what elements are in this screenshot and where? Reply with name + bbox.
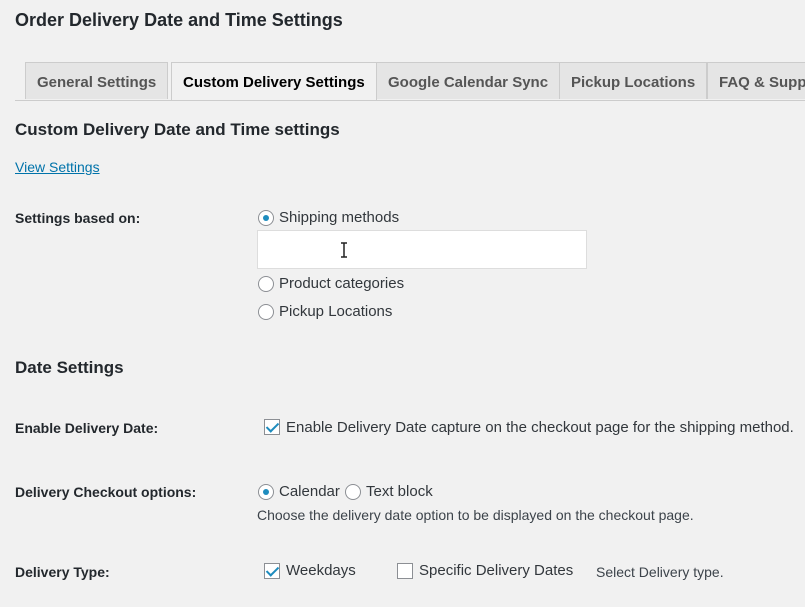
tab-google-calendar-sync[interactable]: Google Calendar Sync [376,62,561,99]
settings-based-on-label: Settings based on: [15,210,141,226]
delivery-checkout-options-label: Delivery Checkout options: [15,484,197,500]
shipping-methods-select[interactable] [257,230,587,269]
tab-pickup-locations[interactable]: Pickup Locations [559,62,708,99]
weekdays-checkbox[interactable] [264,563,280,579]
enable-delivery-date-label: Enable Delivery Date: [15,420,159,436]
page-title: Order Delivery Date and Time Settings [15,10,343,30]
date-settings-title: Date Settings [15,358,124,377]
view-settings-link[interactable]: View Settings [15,159,100,175]
checkout-options-description: Choose the delivery date option to be di… [257,507,694,523]
pickup-locations-label: Pickup Locations [279,303,393,320]
specific-delivery-dates-checkbox[interactable] [397,563,413,579]
shipping-methods-radio[interactable] [258,210,274,226]
enable-delivery-date-checkbox[interactable] [264,419,280,435]
calendar-label: Calendar [279,483,340,500]
weekdays-label: Weekdays [286,562,356,579]
product-categories-label: Product categories [279,275,405,292]
tab-faq-support[interactable]: FAQ & Support [707,62,805,99]
product-categories-radio[interactable] [258,276,274,292]
shipping-methods-label: Shipping methods [279,209,400,226]
tab-custom-delivery-settings[interactable]: Custom Delivery Settings [171,62,377,100]
specific-delivery-dates-label: Specific Delivery Dates [419,562,574,579]
text-block-label: Text block [366,483,433,500]
text-cursor-icon [341,242,347,258]
settings-tabs: General Settings Custom Delivery Setting… [15,62,805,101]
custom-section-title: Custom Delivery Date and Time settings [15,120,340,139]
enable-delivery-date-text: Enable Delivery Date capture on the chec… [286,419,794,436]
pickup-locations-radio[interactable] [258,304,274,320]
delivery-type-description: Select Delivery type. [596,564,724,580]
tab-general-settings[interactable]: General Settings [25,62,169,99]
text-block-radio[interactable] [345,484,361,500]
delivery-type-label: Delivery Type: [15,564,110,580]
calendar-radio[interactable] [258,484,274,500]
